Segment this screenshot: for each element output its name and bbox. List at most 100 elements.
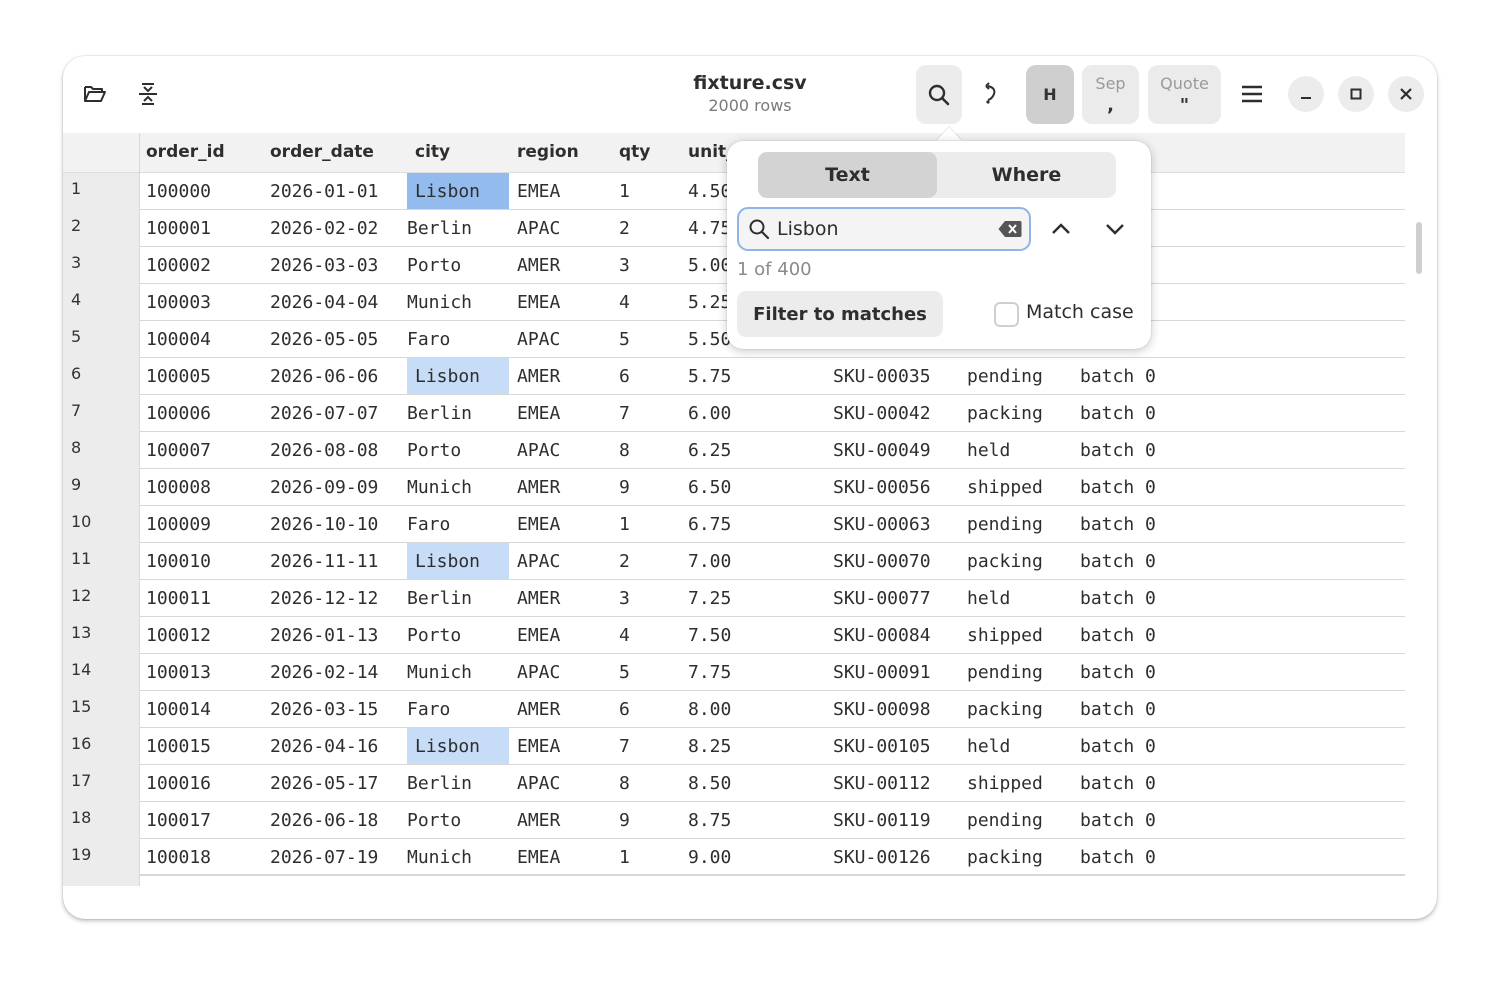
table-cell[interactable]: 7 (619, 728, 630, 765)
table-cell[interactable]: batch 0 (1080, 728, 1156, 765)
table-cell[interactable]: EMEA (517, 395, 560, 432)
table-cell[interactable]: batch 0 (1080, 691, 1156, 728)
table-cell[interactable]: 2026-06-06 (270, 358, 378, 395)
table-row[interactable]: 14 100013 2026-02-14 Munich APAC 5 7.75 SKU-000… (63, 654, 1405, 691)
table-cell[interactable]: 100001 (146, 210, 211, 247)
table-cell[interactable]: batch 0 (1080, 543, 1156, 580)
table-cell[interactable]: pending (967, 802, 1043, 839)
table-cell[interactable]: 1 (619, 173, 630, 210)
table-cell[interactable]: pending (967, 506, 1043, 543)
table-cell[interactable]: EMEA (517, 728, 560, 765)
table-cell[interactable]: 100017 (146, 802, 211, 839)
table-cell[interactable]: 1 (619, 839, 630, 876)
table-cell[interactable]: 6 (619, 358, 630, 395)
table-cell[interactable]: EMEA (517, 617, 560, 654)
table-cell[interactable]: 6 (619, 691, 630, 728)
table-cell[interactable]: Berlin (407, 580, 472, 617)
table-cell[interactable]: 8 (619, 432, 630, 469)
table-cell[interactable]: packing (967, 691, 1043, 728)
table-cell[interactable]: APAC (517, 654, 560, 691)
table-cell[interactable]: 100011 (146, 580, 211, 617)
match-case-label[interactable]: Match case (1026, 301, 1134, 323)
table-cell[interactable]: EMEA (517, 284, 560, 321)
minimize-button[interactable] (1288, 76, 1324, 112)
table-cell[interactable]: 8.50 (688, 765, 731, 802)
table-cell[interactable]: batch 0 (1080, 839, 1156, 876)
table-row[interactable]: 17 100016 2026-05-17 Berlin APAC 8 8.50 SKU-001… (63, 765, 1405, 802)
table-cell[interactable]: 100014 (146, 691, 211, 728)
table-cell[interactable]: 8.25 (688, 728, 731, 765)
table-cell[interactable]: shipped (967, 765, 1043, 802)
table-cell[interactable]: 100004 (146, 321, 211, 358)
table-cell[interactable]: held (967, 432, 1010, 469)
table-cell[interactable]: packing (967, 839, 1043, 876)
table-cell[interactable]: batch 0 (1080, 617, 1156, 654)
main-menu-button[interactable] (1234, 76, 1270, 112)
table-cell[interactable]: 2026-03-03 (270, 247, 378, 284)
table-cell[interactable]: 2026-01-13 (270, 617, 378, 654)
table-row[interactable]: 11 100010 2026-11-11 Lisbon APAC 2 7.00 SKU-000… (63, 543, 1405, 580)
table-cell[interactable]: SKU-00049 (833, 432, 931, 469)
table-cell[interactable]: EMEA (517, 173, 560, 210)
table-cell[interactable]: 5 (619, 321, 630, 358)
table-cell[interactable]: 2026-07-07 (270, 395, 378, 432)
table-row[interactable]: 19 100018 2026-07-19 Munich EMEA 1 9.00 SKU-001… (63, 839, 1405, 876)
table-cell[interactable]: 1 (619, 506, 630, 543)
table-cell[interactable]: APAC (517, 543, 560, 580)
table-cell[interactable]: shipped (967, 617, 1043, 654)
table-cell[interactable]: 100006 (146, 395, 211, 432)
table-cell[interactable]: 100008 (146, 469, 211, 506)
quote-button[interactable]: Quote " (1148, 65, 1221, 124)
table-cell[interactable]: batch 0 (1080, 506, 1156, 543)
table-cell[interactable]: 5.75 (688, 358, 731, 395)
table-cell[interactable]: 7 (619, 395, 630, 432)
table-cell[interactable]: 2026-01-01 (270, 173, 378, 210)
table-cell[interactable]: 100018 (146, 839, 211, 876)
table-cell[interactable]: Lisbon (407, 358, 509, 395)
filter-to-matches-button[interactable]: Filter to matches (737, 291, 943, 337)
table-cell[interactable]: 2026-04-16 (270, 728, 378, 765)
table-cell[interactable]: 6.25 (688, 432, 731, 469)
table-cell[interactable]: 5.25 (688, 284, 731, 321)
column-header-qty[interactable]: qty (619, 133, 650, 173)
clear-text-icon[interactable] (998, 220, 1022, 238)
column-header-order-date[interactable]: order_date (270, 133, 374, 173)
table-cell[interactable]: SKU-00126 (833, 839, 931, 876)
next-match-button[interactable] (1095, 211, 1135, 247)
table-cell[interactable]: Porto (407, 802, 461, 839)
table-cell[interactable]: 8 (619, 765, 630, 802)
table-cell[interactable]: APAC (517, 765, 560, 802)
previous-match-button[interactable] (1041, 211, 1081, 247)
table-cell[interactable]: 100013 (146, 654, 211, 691)
table-cell[interactable]: AMER (517, 358, 560, 395)
table-cell[interactable]: 2026-04-04 (270, 284, 378, 321)
separator-button[interactable]: Sep , (1082, 65, 1139, 124)
table-cell[interactable]: 4 (619, 617, 630, 654)
table-cell[interactable]: 9 (619, 802, 630, 839)
close-button[interactable] (1388, 76, 1424, 112)
table-cell[interactable]: 100012 (146, 617, 211, 654)
header-row-toggle[interactable]: H (1026, 65, 1074, 124)
table-cell[interactable]: SKU-00070 (833, 543, 931, 580)
table-cell[interactable]: Munich (407, 284, 472, 321)
tab-where[interactable]: Where (937, 152, 1116, 198)
table-cell[interactable]: AMER (517, 580, 560, 617)
table-cell[interactable]: batch 0 (1080, 469, 1156, 506)
table-cell[interactable]: Faro (407, 321, 450, 358)
table-cell[interactable]: AMER (517, 802, 560, 839)
table-cell[interactable]: batch 0 (1080, 802, 1156, 839)
table-cell[interactable]: SKU-00119 (833, 802, 931, 839)
table-row[interactable]: 12 100011 2026-12-12 Berlin AMER 3 7.25 SKU-000… (63, 580, 1405, 617)
table-cell[interactable]: packing (967, 395, 1043, 432)
table-cell[interactable]: Lisbon (407, 728, 509, 765)
table-cell[interactable]: Porto (407, 617, 461, 654)
table-cell[interactable]: 5 (619, 654, 630, 691)
table-cell[interactable]: AMER (517, 691, 560, 728)
table-row[interactable]: 9 100008 2026-09-09 Munich AMER 9 6.50 SKU-0005… (63, 469, 1405, 506)
table-cell[interactable]: APAC (517, 321, 560, 358)
table-cell[interactable]: 2026-10-10 (270, 506, 378, 543)
table-cell[interactable]: batch 0 (1080, 765, 1156, 802)
table-cell[interactable]: 2026-12-12 (270, 580, 378, 617)
table-cell[interactable]: SKU-00077 (833, 580, 931, 617)
table-cell[interactable]: 2026-02-02 (270, 210, 378, 247)
